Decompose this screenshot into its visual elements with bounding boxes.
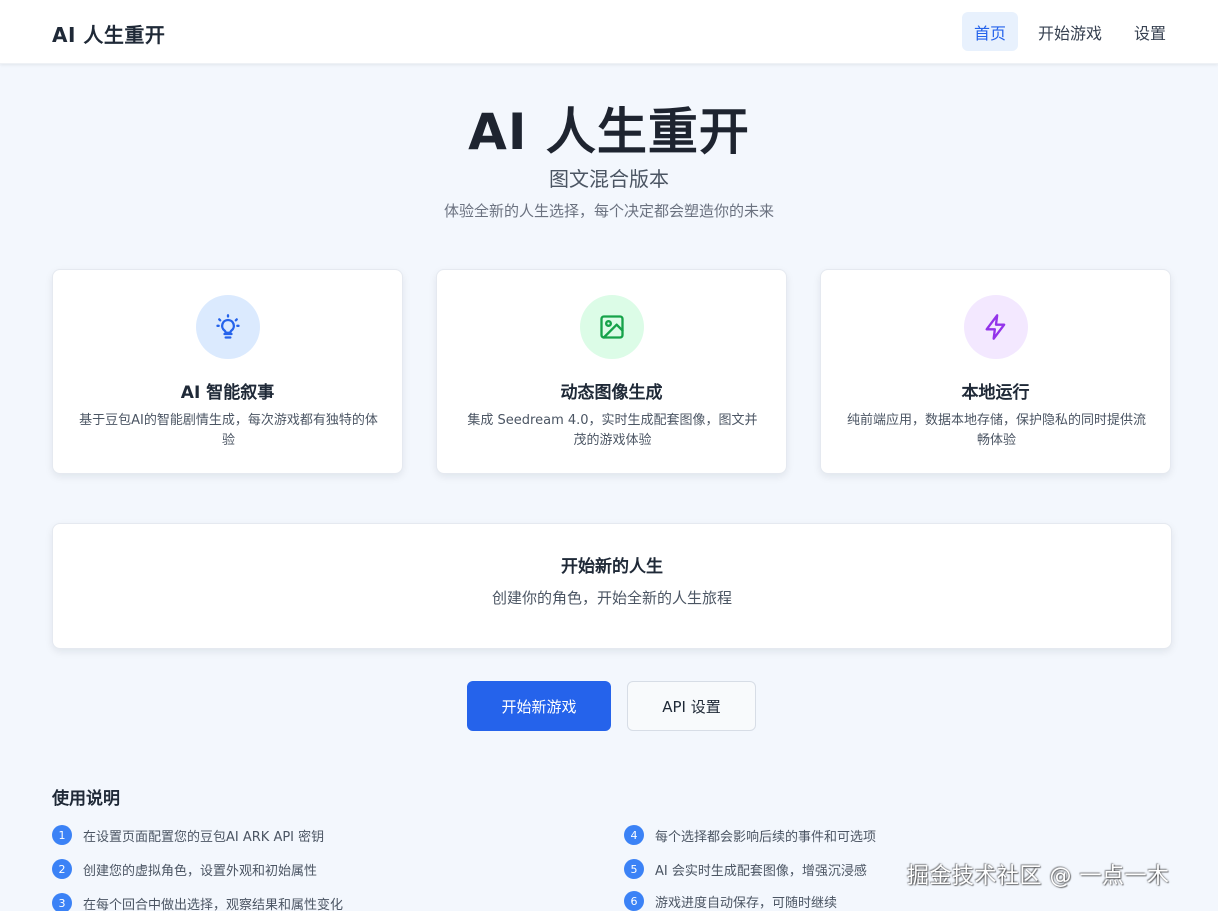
start-new-life-card: 开始新的人生 创建你的角色，开始全新的人生旅程 [52,523,1172,649]
usage-item: 2 创建您的虚拟角色，设置外观和初始属性 [52,859,317,879]
step-number-badge: 2 [52,859,72,879]
feature-title: 动态图像生成 [560,383,663,403]
api-settings-button[interactable]: API 设置 [627,681,756,731]
feature-description: 基于豆包AI的智能剧情生成，每次游戏都有独特的体验 [79,413,378,448]
step-number-badge: 3 [52,893,72,911]
feature-description: 集成 Seedream 4.0，实时生成配套图像，图文并茂的游戏体验 [467,413,758,448]
step-number-badge: 5 [624,859,644,879]
image-icon [580,295,644,359]
usage-item-text: 游戏进度自动保存，可随时继续 [655,895,838,911]
step-number-badge: 6 [624,891,644,911]
usage-item-text: 创建您的虚拟角色，设置外观和初始属性 [83,863,318,879]
feature-card-ai-narrative: AI 智能叙事 基于豆包AI的智能剧情生成，每次游戏都有独特的体验 [52,269,403,474]
hero-description: 体验全新的人生选择，每个决定都会塑造你的未来 [443,202,774,220]
feature-card-local-run: 本地运行 纯前端应用，数据本地存储，保护隐私的同时提供流畅体验 [820,269,1171,474]
nav-start-game[interactable]: 开始游戏 [1026,12,1114,51]
usage-item-text: AI 会实时生成配套图像，增强沉浸感 [655,863,867,879]
step-number-badge: 1 [52,825,72,845]
top-navigation-bar: AI 人生重开 首页 开始游戏 设置 [0,0,1218,64]
lightbulb-icon [196,295,260,359]
watermark: 掘金技术社区 @ 一点一木 [907,864,1170,889]
usage-item: 4 每个选择都会影响后续的事件和可选项 [624,825,876,845]
usage-item-text: 在每个回合中做出选择，观察结果和属性变化 [83,897,344,911]
lightning-icon [964,295,1028,359]
usage-item: 1 在设置页面配置您的豆包AI ARK API 密钥 [52,825,324,845]
feature-title: 本地运行 [961,383,1030,403]
hero-title: AI 人生重开 [468,103,750,161]
nav-settings[interactable]: 设置 [1122,12,1178,51]
usage-item: 3 在每个回合中做出选择，观察结果和属性变化 [52,893,343,911]
nav-home[interactable]: 首页 [961,12,1018,51]
start-card-description: 创建你的角色，开始全新的人生旅程 [491,589,732,607]
main-nav: 首页 开始游戏 设置 [961,12,1178,51]
feature-description: 纯前端应用，数据本地存储，保护隐私的同时提供流畅体验 [846,413,1146,448]
usage-item: 5 AI 会实时生成配套图像，增强沉浸感 [624,859,867,879]
start-card-title: 开始新的人生 [561,557,663,577]
hero-subtitle: 图文混合版本 [549,167,669,191]
step-number-badge: 4 [624,825,644,845]
usage-title: 使用说明 [52,789,120,809]
usage-item-text: 每个选择都会影响后续的事件和可选项 [655,829,877,845]
brand-title[interactable]: AI 人生重开 [52,19,165,48]
usage-item: 6 游戏进度自动保存，可随时继续 [624,891,837,911]
start-new-game-button[interactable]: 开始新游戏 [467,681,611,731]
feature-card-image-generation: 动态图像生成 集成 Seedream 4.0，实时生成配套图像，图文并茂的游戏体… [436,269,787,474]
feature-title: AI 智能叙事 [180,383,275,403]
usage-item-text: 在设置页面配置您的豆包AI ARK API 密钥 [83,829,325,845]
